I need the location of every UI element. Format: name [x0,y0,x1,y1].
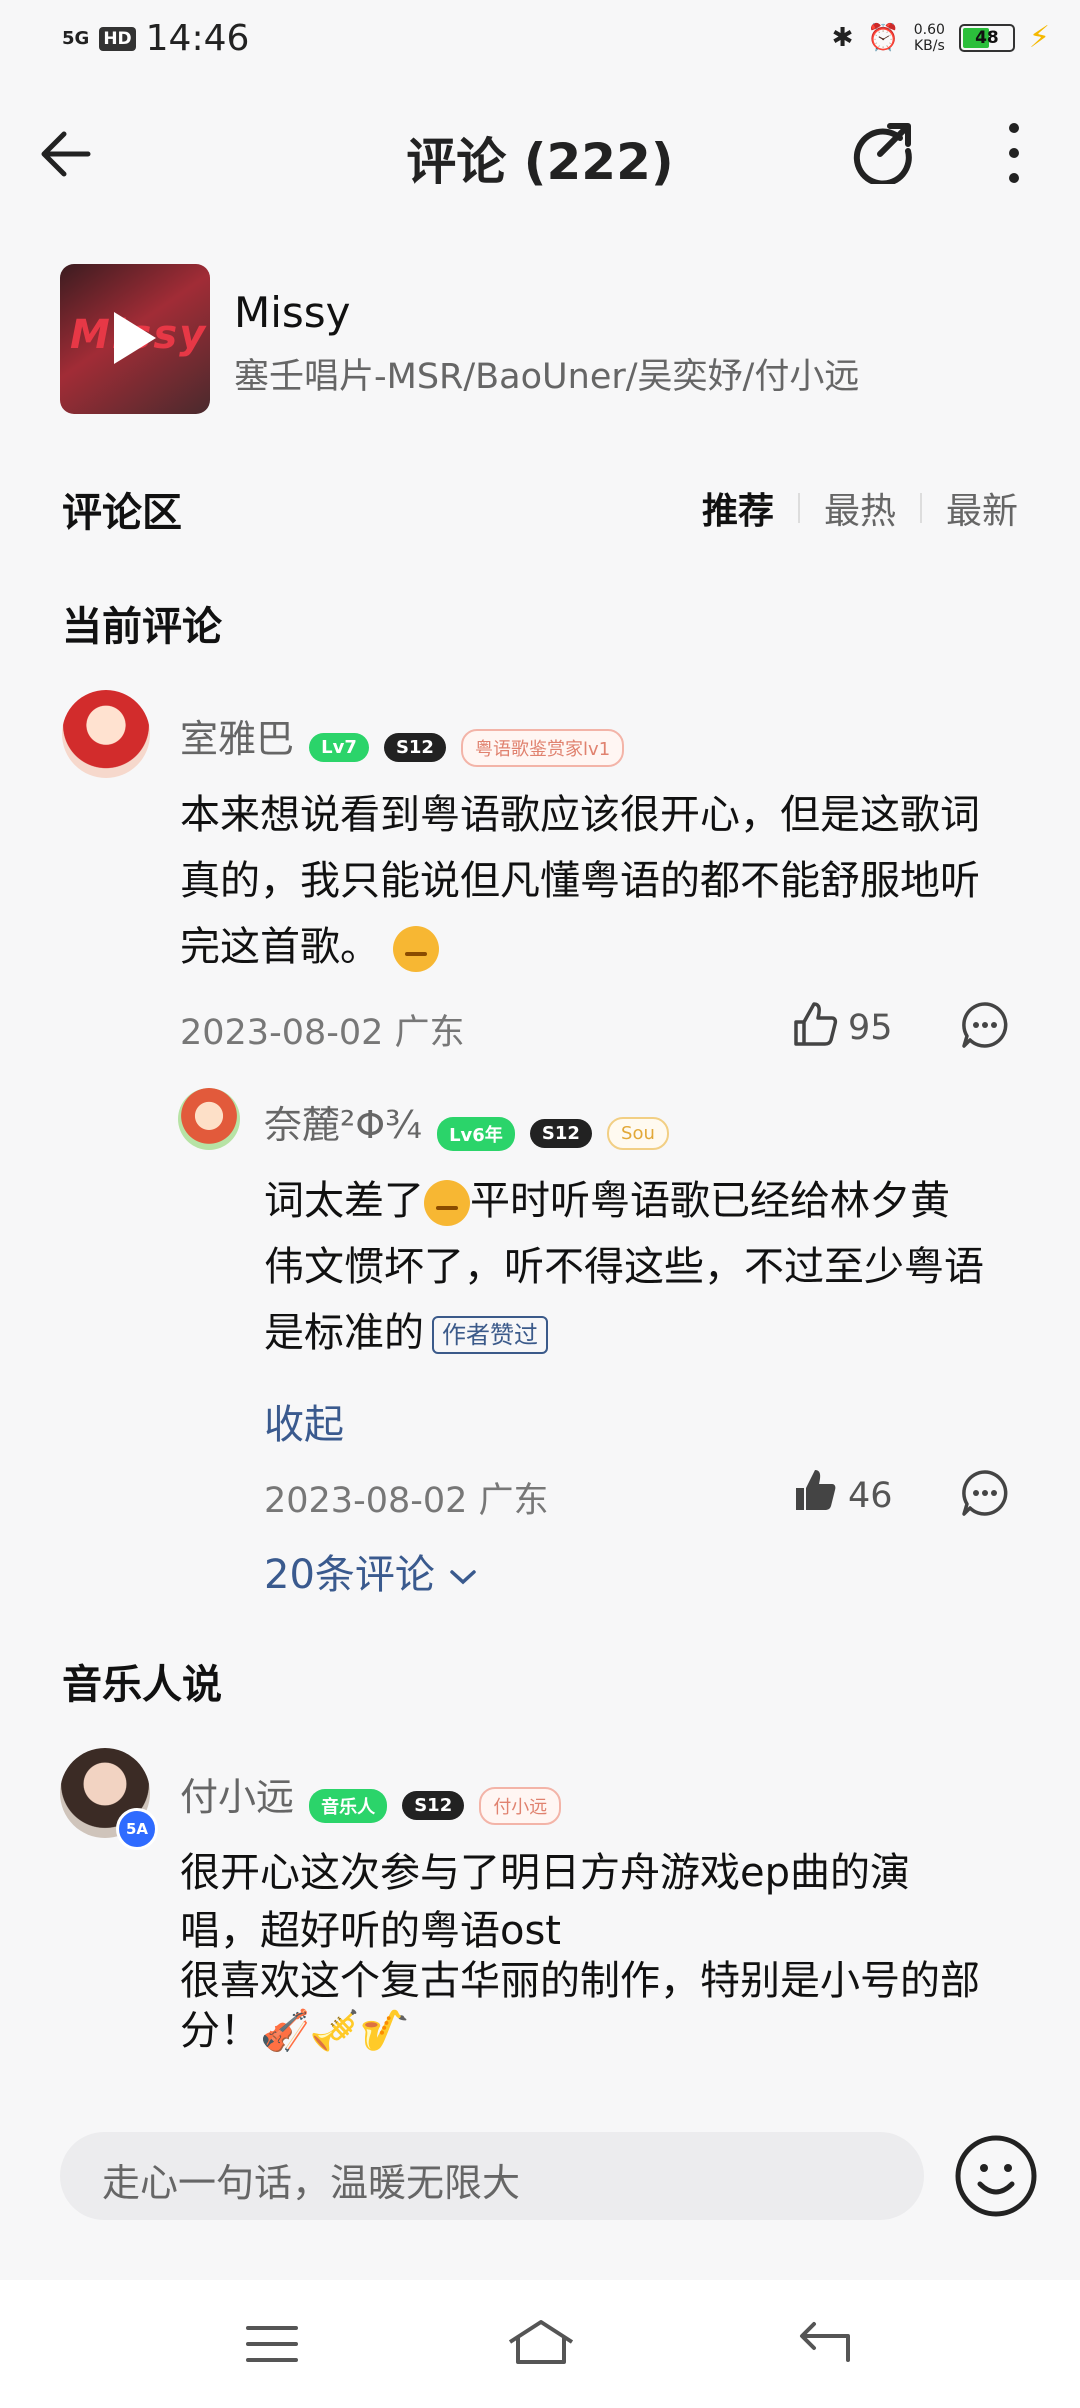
battery-icon: 48 [958,23,1015,52]
sweat-emoji-icon [424,1180,470,1226]
sort-tab-recommended[interactable]: 推荐 [702,482,774,534]
net-speed: 0.60 KB/s [913,21,945,54]
comment-date-location: 2023-08-02 广东 [180,1013,465,1053]
page-title: 评论 (222) [406,133,674,191]
play-icon[interactable] [114,312,156,364]
sort-tab-newest[interactable]: 最新 [946,482,1018,534]
avatar[interactable] [62,690,150,778]
more-options-icon[interactable] [1002,120,1026,186]
menu-icon[interactable] [242,2316,302,2372]
season-badge: S12 [402,1791,465,1820]
reply-text: 词太差了 平时听粤语歌已经给林夕黄 伟文惯坏了，听不得这些，不过至少粤语 是标准的… [264,1178,984,1356]
title-badge: 粤语歌鉴赏家lv1 [461,728,625,767]
musician-comment-text: 很开心这次参与了明日方舟游戏ep曲的演 唱，超好听的粤语ost 很喜欢这个复古华… [180,1850,980,2054]
collapse-link[interactable]: 收起 [264,1392,344,1450]
reply-user-row: 奈麓²Φ¾ Lv6年 S12 Sou [264,1094,669,1151]
reply-date-location: 2023-08-02 广东 [264,1481,549,1521]
author-liked-badge: 作者赞过 [432,1316,548,1354]
clock: 14:46 [145,18,250,59]
musician-section-title: 音乐人说 [62,1662,222,1708]
reply-avatar[interactable] [178,1088,240,1150]
current-comment-section-title: 当前评论 [62,604,222,650]
bluetooth-icon: ✱ [831,22,854,53]
song-artists[interactable]: 塞壬唱片-MSR/BaoUner/吴奕妤/付小远 [234,348,859,399]
like-count: 95 [848,1008,893,1048]
thumbs-up-icon[interactable] [790,1000,838,1048]
album-cover[interactable]: Missy [60,264,210,414]
sweat-emoji-icon [392,926,439,972]
level-badge: Lv7 [309,733,369,762]
more-replies-link[interactable]: 20条评论 [264,1542,478,1600]
home-icon[interactable] [506,2316,576,2372]
comment-input[interactable]: 走心一句话，温暖无限大 [60,2132,924,2220]
musician-badge: 音乐人 [309,1788,388,1823]
title-badge: 付小远 [479,1786,562,1825]
reply-like-count: 46 [848,1476,893,1516]
chevron-down-icon [449,1570,476,1585]
alarm-icon: ⏰ [867,22,900,53]
comment-area-title: 评论区 [62,490,182,536]
sort-tabs: 推荐 最热 最新 [702,482,1018,534]
username[interactable]: 室雅巴 [180,717,294,761]
back-nav-icon[interactable] [794,2316,854,2372]
instrument-emojis: 🎻🎺🎷 [260,2008,410,2054]
reply-comment-icon[interactable] [960,1000,1010,1050]
season-badge: S12 [383,733,446,762]
title-badge: Sou [607,1117,669,1150]
level-badge: Lv6年 [437,1116,515,1151]
status-bar-left: 5G HD 14:46 [62,18,249,59]
musician-user-row: 付小远 音乐人 S12 付小远 [180,1766,562,1825]
season-badge: S12 [529,1119,592,1148]
song-title[interactable]: Missy [234,288,351,337]
signal-icon: 5G [62,27,90,49]
share-icon[interactable] [850,118,916,184]
status-bar-right: ✱ ⏰ 0.60 KB/s 48 ⚡ [832,20,1050,55]
emoji-picker-icon[interactable] [954,2134,1038,2218]
musician-verified-badge: 5A [116,1808,158,1850]
musician-username[interactable]: 付小远 [180,1775,294,1819]
comment-text: 本来想说看到粤语歌应该很开心，但是这歌词 真的，我只能说但凡懂粤语的都不能舒服地… [180,792,980,972]
sort-tab-hottest[interactable]: 最热 [824,482,896,534]
reply-comment-icon[interactable] [960,1468,1010,1518]
charging-icon: ⚡ [1028,20,1050,55]
thumbs-up-filled-icon[interactable] [790,1466,838,1514]
comment-user-row: 室雅巴 Lv7 S12 粤语歌鉴赏家lv1 [180,708,625,767]
hd-badge: HD [99,26,136,51]
reply-username[interactable]: 奈麓²Φ¾ [264,1103,422,1147]
